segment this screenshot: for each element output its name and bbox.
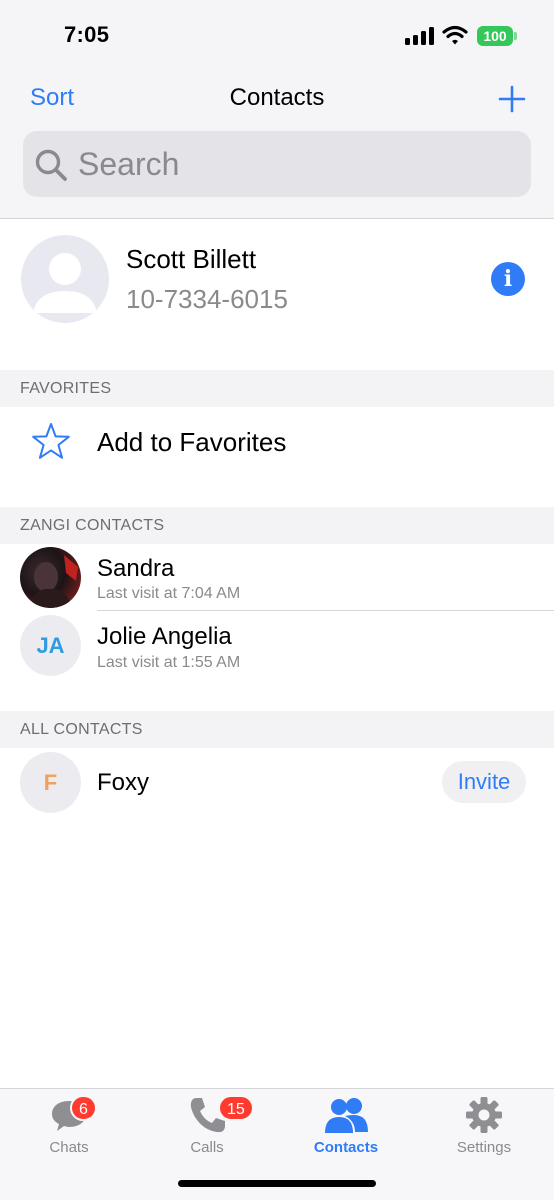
info-icon[interactable]: i — [491, 262, 525, 296]
calls-badge: 15 — [218, 1095, 254, 1121]
contact-last-visit: Last visit at 1:55 AM — [97, 654, 241, 671]
contact-last-visit: Last visit at 7:04 AM — [97, 585, 241, 602]
wifi-icon — [442, 25, 468, 45]
contact-initials-avatar[interactable]: JA — [20, 615, 81, 676]
zangi-contacts-section-header: ZANGI CONTACTS — [0, 507, 554, 544]
search-input[interactable] — [78, 144, 498, 184]
my-phone-number: 10-7334-6015 — [126, 284, 288, 314]
tab-contacts[interactable]: Contacts — [277, 1089, 415, 1169]
tab-calls[interactable]: 15 Calls — [138, 1089, 276, 1169]
search-icon — [35, 149, 67, 181]
home-indicator — [178, 1180, 376, 1187]
photo-image — [30, 555, 78, 608]
contact-name[interactable]: Jolie Angelia — [97, 623, 232, 651]
invite-button[interactable]: Invite — [442, 761, 526, 803]
battery-icon: 100 — [477, 26, 513, 46]
tab-settings[interactable]: Settings — [415, 1089, 553, 1169]
tab-label: Contacts — [313, 1139, 379, 1156]
sort-button[interactable]: Sort — [30, 84, 74, 112]
add-to-favorites-button[interactable]: Add to Favorites — [97, 427, 286, 458]
tab-chats[interactable]: 6 Chats — [0, 1089, 138, 1169]
tab-label: Settings — [456, 1139, 512, 1156]
zangi-contacts-header-label: ZANGI CONTACTS — [20, 517, 165, 534]
contact-initials-avatar[interactable]: F — [20, 752, 81, 813]
add-contact-icon[interactable] — [497, 84, 527, 114]
all-contacts-header-label: ALL CONTACTS — [20, 721, 143, 738]
status-time: 7:05 — [64, 22, 110, 47]
favorites-header-label: FAVORITES — [20, 380, 112, 397]
star-icon — [32, 423, 70, 459]
contacts-people-icon — [325, 1098, 368, 1133]
favorites-section-header: FAVORITES — [0, 370, 554, 407]
gear-icon — [466, 1097, 502, 1133]
contact-name[interactable]: Foxy — [97, 769, 149, 797]
contact-name[interactable]: Sandra — [97, 555, 174, 583]
chats-badge: 6 — [70, 1095, 97, 1121]
all-contacts-section-header: ALL CONTACTS — [0, 711, 554, 748]
my-name: Scott Billett — [126, 244, 257, 274]
row-divider — [97, 610, 554, 611]
tab-label: Chats — [49, 1139, 89, 1156]
tab-label: Calls — [190, 1139, 224, 1156]
person-icon — [33, 253, 97, 313]
battery-tip — [514, 32, 517, 40]
contact-photo-avatar[interactable] — [20, 547, 81, 608]
signal-icon — [405, 27, 435, 45]
avatar[interactable] — [21, 235, 109, 323]
page-title: Contacts — [229, 84, 325, 111]
